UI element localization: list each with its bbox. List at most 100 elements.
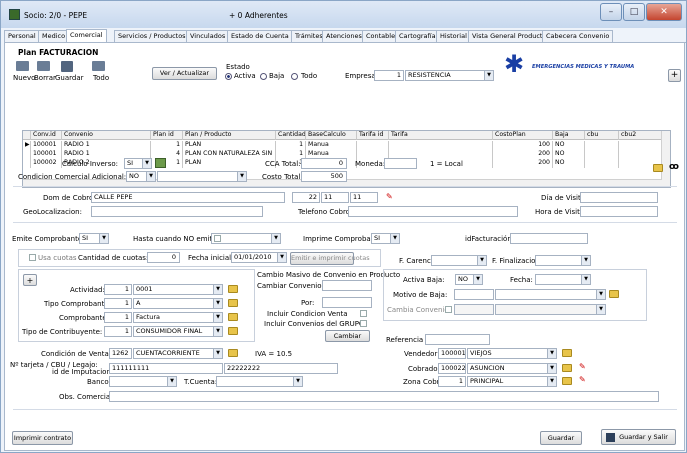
emite-comprobante-select[interactable]: SI ▼ [79, 233, 109, 244]
actividad-select[interactable]: 0001 ▼ [133, 284, 223, 295]
tab-medico[interactable]: Medico [38, 30, 70, 42]
activa-radio[interactable] [225, 73, 232, 80]
edit-cobrador-icon[interactable]: ✎ [579, 363, 587, 371]
hasta-cuando-checkbox[interactable] [214, 235, 221, 242]
cantidad-cuotas-field[interactable]: 0 [147, 252, 180, 263]
add-actividad-button[interactable]: + [23, 274, 37, 286]
obs-comercial-field[interactable] [109, 391, 659, 402]
calculo-inverso-select[interactable]: SI ▼ [124, 158, 152, 169]
tipo-contribuyente-select[interactable]: CONSUMIDOR FINAL ▼ [133, 326, 223, 337]
vendedor-select[interactable]: VIEJOS ▼ [467, 348, 557, 359]
empresa-id-field[interactable]: 1 [374, 70, 404, 81]
col-conv-id[interactable]: Conv.id [31, 131, 62, 140]
nuevo-button[interactable]: Nuevo [13, 74, 35, 82]
new-doc-icon[interactable] [16, 61, 29, 71]
activa-baja-select[interactable]: NO ▼ [455, 274, 483, 285]
tab-vista-general[interactable]: Vista General Productos [468, 30, 554, 42]
dom-num2-field[interactable]: 11 [321, 192, 349, 203]
table-row[interactable]: ▶ 100001 RADIO 1 1 PLAN 1 Manua 100 NO [23, 141, 663, 150]
folder-open-icon[interactable] [228, 327, 238, 335]
comprobante-id-field[interactable]: 1 [104, 312, 132, 323]
todo-button[interactable]: Todo [93, 74, 109, 82]
tarjeta2-field[interactable]: 22222222 [224, 363, 338, 374]
cambia-convenio-checkbox[interactable] [445, 306, 452, 313]
folder-open-icon[interactable] [228, 285, 238, 293]
f-finalizacion-date[interactable]: ▼ [535, 255, 591, 266]
folder-open-icon[interactable] [228, 349, 238, 357]
fecha-baja-date[interactable]: ▼ [535, 274, 591, 285]
hora-visita-field[interactable] [580, 206, 658, 217]
tab-contable[interactable]: Contable [362, 30, 400, 42]
tab-atenciones[interactable]: Atenciones [322, 30, 366, 42]
ver-actualizar-button[interactable]: Ver / Actualizar [152, 67, 217, 80]
cambia-convenio-id-field[interactable] [454, 304, 494, 315]
folder-open-icon[interactable] [653, 164, 663, 172]
tab-cartografia[interactable]: Cartografía [395, 30, 440, 42]
col-cantidad[interactable]: Cantidad [276, 131, 306, 140]
col-cbu2[interactable]: cbu2 [619, 131, 663, 140]
cambiar-button[interactable]: Cambiar [325, 330, 370, 342]
tab-comercial[interactable]: Comercial [66, 29, 107, 42]
vendedor-id-field[interactable]: 100001 [438, 348, 466, 359]
zona-cobro-id-field[interactable]: 1 [438, 376, 466, 387]
usa-cuotas-checkbox[interactable] [29, 254, 36, 261]
cca-total-field[interactable]: 0 [301, 158, 347, 169]
f-carencia-date[interactable]: ▼ [431, 255, 487, 266]
folder-open-icon[interactable] [228, 299, 238, 307]
delete-icon[interactable] [37, 61, 50, 71]
dom-num1-field[interactable]: 22 [292, 192, 320, 203]
tab-servicios-productos[interactable]: Servicios / Productos [114, 30, 190, 42]
actividad-id-field[interactable]: 1 [104, 284, 132, 295]
motivo-baja-id-field[interactable] [454, 289, 494, 300]
tab-estado-cuenta[interactable]: Estado de Cuenta [227, 30, 293, 42]
binoculars-icon[interactable]: ꝏ [669, 162, 679, 172]
save-icon[interactable] [61, 61, 73, 72]
minimize-button[interactable]: – [600, 3, 622, 21]
imprimir-contrato-button[interactable]: Imprimir contrato [12, 431, 73, 445]
col-basecalculo[interactable]: BaseCalculo [306, 131, 357, 140]
cond-comercial-detail-select[interactable]: ▼ [157, 171, 247, 182]
telefono-cobro-field[interactable] [348, 206, 518, 217]
referencia-alta-field[interactable] [425, 334, 490, 345]
add-row-button[interactable]: + [668, 69, 681, 82]
folder-open-icon[interactable] [562, 377, 572, 385]
fecha-inicial-date[interactable]: 01/01/2010 ▼ [231, 252, 287, 263]
emitir-cuotas-button[interactable]: Emitir e imprimir cuotas [290, 252, 370, 265]
condicion-venta-select[interactable]: CUENTACORRIENTE ▼ [133, 348, 223, 359]
col-tarifa-id[interactable]: Tarifa id [357, 131, 389, 140]
folder-open-icon[interactable] [562, 349, 572, 357]
cambiar-convenio-field[interactable] [322, 280, 372, 291]
edit-zona-icon[interactable]: ✎ [579, 376, 587, 384]
geolocalizacion-field[interactable] [91, 206, 263, 217]
moneda-field[interactable] [384, 158, 417, 169]
tarjeta-field[interactable]: 111111111 [109, 363, 223, 374]
col-cbu[interactable]: cbu [585, 131, 619, 140]
col-plan-id[interactable]: Plan id [151, 131, 183, 140]
col-convenio[interactable]: Convenio [62, 131, 151, 140]
tab-historial[interactable]: Historial [436, 30, 471, 42]
edit-address-icon[interactable]: ✎ [386, 193, 394, 201]
banco-select[interactable]: ▼ [109, 376, 177, 387]
col-plan-producto[interactable]: Plan / Producto [183, 131, 276, 140]
col-tarifa[interactable]: Tarifa [389, 131, 493, 140]
guardar-toolbar-button[interactable]: Guardar [55, 74, 84, 82]
col-costoplan[interactable]: CostoPlan [493, 131, 553, 140]
incluir-cond-venta-checkbox[interactable] [360, 310, 367, 317]
tipo-contribuyente-id-field[interactable]: 1 [104, 326, 132, 337]
motivo-baja-select[interactable]: ▼ [495, 289, 606, 300]
grid-scrollbar[interactable] [661, 131, 670, 187]
cobrador-id-field[interactable]: 100022 [438, 363, 466, 374]
folder-open-icon[interactable] [228, 313, 238, 321]
col-baja[interactable]: Baja [553, 131, 585, 140]
por-convenio-field[interactable] [322, 297, 372, 308]
guardar-button[interactable]: Guardar [540, 431, 582, 445]
incluir-grupo-checkbox[interactable] [360, 320, 367, 327]
tab-vinculados[interactable]: Vinculados [186, 30, 230, 42]
dia-visita-field[interactable] [580, 192, 658, 203]
baja-radio[interactable] [260, 73, 267, 80]
hasta-cuando-date[interactable]: ▼ [211, 233, 281, 244]
comprobante-select[interactable]: Factura ▼ [133, 312, 223, 323]
tipo-comprobante-select[interactable]: A ▼ [133, 298, 223, 309]
condicion-venta-id-field[interactable]: 1262 [109, 348, 132, 359]
empresa-select[interactable]: RESISTENCIA ▼ [405, 70, 494, 81]
